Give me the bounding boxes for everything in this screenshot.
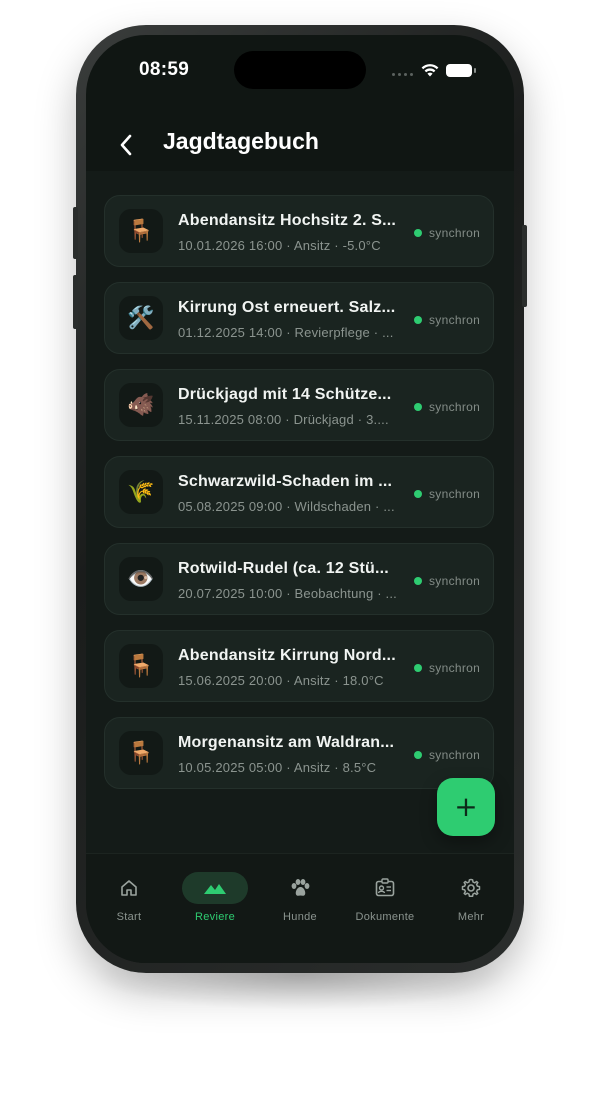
sync-status: synchron <box>414 313 480 327</box>
plus-icon: + <box>454 790 478 823</box>
sync-dot-icon <box>414 490 422 498</box>
tab-label: Dokumente <box>355 911 415 923</box>
gear-icon <box>438 872 504 904</box>
stage: 08:59 Jagdtagebuch 🪑 Abendansitz Hochsit… <box>0 0 600 1101</box>
journal-entry-card[interactable]: 🐗 Drückjagd mit 14 Schütze... 15.11.2025 0… <box>104 369 494 441</box>
id-card-icon <box>352 872 418 904</box>
entry-title: Rotwild-Rudel (ca. 12 Stü... <box>178 560 389 577</box>
sync-dot-icon <box>414 751 422 759</box>
entry-subtitle: 20.07.2025 10:00 · Beobachtung · ... <box>178 586 397 601</box>
tab-hunde[interactable]: Hunde <box>257 854 343 934</box>
tab-label: Hunde <box>283 911 317 923</box>
tab-label: Start <box>116 911 142 923</box>
sync-status: synchron <box>414 748 480 762</box>
status-time: 08:59 <box>139 59 190 80</box>
mountain-icon <box>182 872 248 904</box>
sync-status: synchron <box>414 661 480 675</box>
back-button[interactable] <box>106 125 146 165</box>
sync-dot-icon <box>414 229 422 237</box>
entry-title: Drückjagd mit 14 Schütze... <box>178 386 392 403</box>
chevron-left-icon <box>120 134 132 156</box>
sync-status-label: synchron <box>429 661 481 675</box>
sync-status-label: synchron <box>429 400 481 414</box>
paw-icon <box>267 872 333 904</box>
sync-status: synchron <box>414 226 480 240</box>
status-bar: 08:59 <box>86 35 514 115</box>
sync-status-label: synchron <box>429 574 481 588</box>
tab-bar: Start Reviere Hunde Dokumente Mehr <box>86 853 514 963</box>
entry-title: Kirrung Ost erneuert. Salz... <box>178 299 396 316</box>
wifi-icon <box>420 62 440 83</box>
entry-list: 🪑 Abendansitz Hochsitz 2. S... 10.01.2026 … <box>86 171 514 871</box>
entry-subtitle: 05.08.2025 09:00 · Wildschaden · ... <box>178 499 395 514</box>
journal-entry-card[interactable]: 🪑 Morgenansitz am Waldran... 10.05.2025 05… <box>104 717 494 789</box>
home-icon <box>96 872 162 904</box>
chair-icon: 🪑 <box>119 731 163 775</box>
entry-title: Morgenansitz am Waldran... <box>178 734 395 751</box>
entry-subtitle: 01.12.2025 14:00 · Revierpflege · ... <box>178 325 394 340</box>
tab-dokumente[interactable]: Dokumente <box>342 854 428 934</box>
add-entry-button[interactable]: + <box>437 778 495 836</box>
journal-entry-card[interactable]: 🛠️ Kirrung Ost erneuert. Salz... 01.12.202… <box>104 282 494 354</box>
entry-subtitle: 10.01.2026 16:00 · Ansitz · -5.0°C <box>178 238 381 253</box>
entry-subtitle: 10.05.2025 05:00 · Ansitz · 8.5°C <box>178 760 377 775</box>
tab-label: Mehr <box>457 911 485 923</box>
volume-up-button <box>73 275 78 329</box>
chair-icon: 🪑 <box>119 644 163 688</box>
eye-icon: 👁️ <box>119 557 163 601</box>
header: Jagdtagebuch <box>86 115 514 171</box>
tab-start[interactable]: Start <box>86 854 172 934</box>
dynamic-island <box>234 51 366 89</box>
entry-title: Abendansitz Kirrung Nord... <box>178 647 396 664</box>
power-button <box>522 225 527 307</box>
sync-dot-icon <box>414 664 422 672</box>
sync-status: synchron <box>414 574 480 588</box>
sync-status-label: synchron <box>429 313 481 327</box>
cellular-signal-icon <box>392 73 413 76</box>
phone-frame: 08:59 Jagdtagebuch 🪑 Abendansitz Hochsit… <box>73 25 527 973</box>
sync-status-label: synchron <box>429 226 481 240</box>
chair-icon: 🪑 <box>119 209 163 253</box>
journal-entry-card[interactable]: 🪑 Abendansitz Hochsitz 2. S... 10.01.2026 … <box>104 195 494 267</box>
journal-entry-card[interactable]: 🌾 Schwarzwild-Schaden im ... 05.08.2025 09… <box>104 456 494 528</box>
screen: 08:59 Jagdtagebuch 🪑 Abendansitz Hochsit… <box>86 35 514 963</box>
tools-icon: 🛠️ <box>119 296 163 340</box>
sync-dot-icon <box>414 403 422 411</box>
sync-dot-icon <box>414 316 422 324</box>
entry-subtitle: 15.11.2025 08:00 · Drückjagd · 3.... <box>178 412 389 427</box>
tab-reviere[interactable]: Reviere <box>172 854 258 934</box>
sync-status: synchron <box>414 400 480 414</box>
wheat-icon: 🌾 <box>119 470 163 514</box>
battery-icon <box>446 64 476 77</box>
tab-label: Reviere <box>194 911 235 923</box>
boar-icon: 🐗 <box>119 383 163 427</box>
entry-title: Schwarzwild-Schaden im ... <box>178 473 393 490</box>
sync-dot-icon <box>414 577 422 585</box>
tab-mehr[interactable]: Mehr <box>428 854 514 934</box>
entry-subtitle: 15.06.2025 20:00 · Ansitz · 18.0°C <box>178 673 384 688</box>
entry-title: Abendansitz Hochsitz 2. S... <box>178 212 397 229</box>
journal-entry-card[interactable]: 👁️ Rotwild-Rudel (ca. 12 Stü... 20.07.2025… <box>104 543 494 615</box>
page-title: Jagdtagebuch <box>163 128 319 154</box>
action-button <box>73 207 78 259</box>
sync-status-label: synchron <box>429 487 481 501</box>
sync-status: synchron <box>414 487 480 501</box>
journal-entry-card[interactable]: 🪑 Abendansitz Kirrung Nord... 15.06.2025 2… <box>104 630 494 702</box>
sync-status-label: synchron <box>429 748 481 762</box>
